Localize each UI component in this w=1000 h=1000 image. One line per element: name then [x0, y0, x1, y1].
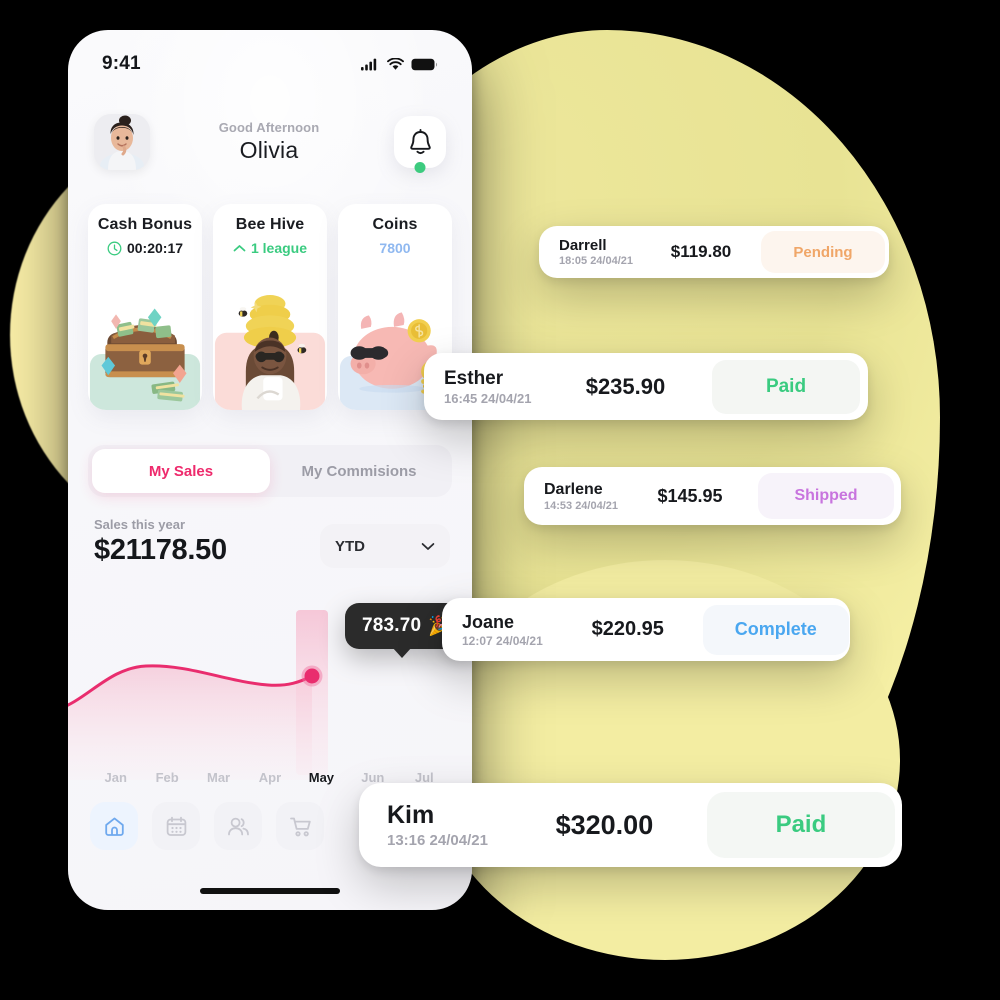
status-bar-icons [361, 57, 438, 71]
x-tick-jan: Jan [104, 770, 127, 785]
notification-indicator-dot [414, 162, 426, 173]
stat-card-subvalue: 00:20:17 [107, 240, 183, 256]
transaction-time: 16:45 24/04/21 [444, 390, 532, 406]
tab-my-sales[interactable]: My Sales [92, 449, 270, 493]
wifi-icon [387, 57, 404, 70]
transaction-amount: $145.95 [657, 485, 723, 506]
tab-my-commisions[interactable]: My Commisions [270, 449, 448, 493]
notification-button[interactable] [394, 116, 446, 173]
greeting-text: Good Afternoon [218, 120, 320, 135]
transaction-name: Esther [444, 367, 504, 389]
transaction-card[interactable]: Darlene 14:53 24/04/21 $145.95 Shipped [524, 467, 901, 525]
transaction-time: 13:16 24/04/21 [387, 832, 488, 849]
x-tick-may: May [308, 770, 335, 785]
cellular-signal-icon [361, 58, 377, 70]
transaction-identity: Kim 13:16 24/04/21 [359, 801, 488, 849]
cart-icon [289, 817, 311, 836]
treasure-chest-illustration [88, 262, 202, 410]
x-tick-mar: Mar [206, 770, 231, 785]
chart-tooltip-value: 783.70 [362, 615, 422, 636]
nav-item-cart[interactable] [276, 802, 324, 850]
nav-item-calendar[interactable] [152, 802, 200, 850]
status-badge[interactable]: Paid [706, 792, 895, 858]
greeting-block: Good Afternoon Olivia [144, 120, 394, 164]
bell-icon [409, 128, 431, 154]
home-icon [104, 817, 124, 836]
app-header: Good Afternoon Olivia [68, 114, 472, 173]
date-range-value: YTD [335, 537, 365, 555]
sales-summary-amount: $21178.50 [94, 534, 227, 566]
user-name: Olivia [239, 137, 299, 163]
transaction-time: 12:07 24/04/21 [462, 633, 543, 648]
transaction-time: 18:05 24/04/21 [559, 255, 634, 267]
transaction-amount: $235.90 [585, 373, 666, 399]
home-indicator [200, 888, 340, 894]
transaction-card[interactable]: Darrell 18:05 24/04/21 $119.80 Pending [539, 226, 889, 278]
transaction-amount: $220.95 [591, 618, 664, 640]
transaction-identity: Darlene 14:53 24/04/21 [524, 481, 618, 512]
transaction-card[interactable]: Kim 13:16 24/04/21 $320.00 Paid [359, 783, 902, 867]
stat-card-value: 1 league [250, 240, 308, 256]
status-bar: 9:41 [68, 46, 472, 82]
stat-card-bee-hive[interactable]: Bee Hive 1 league [213, 204, 327, 410]
people-icon [227, 817, 249, 835]
transaction-name: Darlene [544, 480, 603, 498]
clock-icon [107, 241, 122, 255]
nav-item-home[interactable] [90, 802, 138, 850]
transaction-identity: Esther 16:45 24/04/21 [424, 368, 531, 406]
stat-card-value: 7800 [379, 240, 411, 256]
beehive-woman-illustration [213, 262, 327, 410]
status-bar-time: 9:41 [102, 53, 141, 74]
chevron-up-icon [233, 244, 246, 251]
phone-mockup: 9:41 Good Afternoon Olivia Cash Bonus 00… [68, 30, 472, 910]
status-badge[interactable]: Shipped [758, 473, 894, 519]
stat-card-value: 00:20:17 [126, 240, 184, 256]
transaction-identity: Darrell 18:05 24/04/21 [539, 237, 633, 267]
transaction-identity: Joane 12:07 24/04/21 [442, 612, 543, 648]
transaction-name: Joane [462, 611, 515, 632]
sales-summary: Sales this year $21178.50 [94, 517, 227, 567]
date-range-select[interactable]: YTD [320, 524, 450, 568]
avatar[interactable] [94, 114, 150, 170]
stat-card-subvalue: 7800 [379, 240, 410, 256]
calendar-icon [166, 816, 186, 836]
screenshot-canvas: 9:41 Good Afternoon Olivia Cash Bonus 00… [0, 0, 1000, 1000]
transaction-amount: $119.80 [670, 242, 732, 261]
stat-card-subvalue: 1 league [233, 240, 307, 256]
transaction-amount: $320.00 [555, 809, 654, 840]
transaction-time: 14:53 24/04/21 [544, 499, 619, 512]
transaction-name: Darrell [559, 237, 607, 254]
status-badge[interactable]: Paid [712, 359, 860, 414]
transaction-card[interactable]: Joane 12:07 24/04/21 $220.95 Complete [442, 598, 850, 661]
transaction-name: Kim [387, 801, 435, 829]
status-badge[interactable]: Complete [702, 604, 849, 655]
stat-card-title: Cash Bonus [97, 216, 193, 233]
x-tick-apr: Apr [258, 770, 282, 785]
stat-card-row: Cash Bonus 00:20:17 Bee Hive 1 league Co… [68, 204, 472, 410]
x-tick-feb: Feb [155, 770, 179, 785]
chevron-down-icon [421, 542, 435, 550]
nav-item-people[interactable] [214, 802, 262, 850]
bee-2 [297, 343, 307, 354]
sales-tabs: My Sales My Commisions [88, 445, 452, 497]
sales-summary-label: Sales this year [94, 517, 186, 532]
stat-card-cash-bonus[interactable]: Cash Bonus 00:20:17 [88, 204, 202, 410]
battery-icon [411, 58, 438, 70]
stat-card-title: Coins [372, 216, 418, 233]
stat-card-title: Bee Hive [235, 216, 305, 233]
bee-1 [238, 307, 248, 317]
status-badge[interactable]: Pending [761, 231, 886, 273]
transaction-card[interactable]: Esther 16:45 24/04/21 $235.90 Paid [424, 353, 868, 420]
user-avatar-illustration [94, 114, 150, 170]
